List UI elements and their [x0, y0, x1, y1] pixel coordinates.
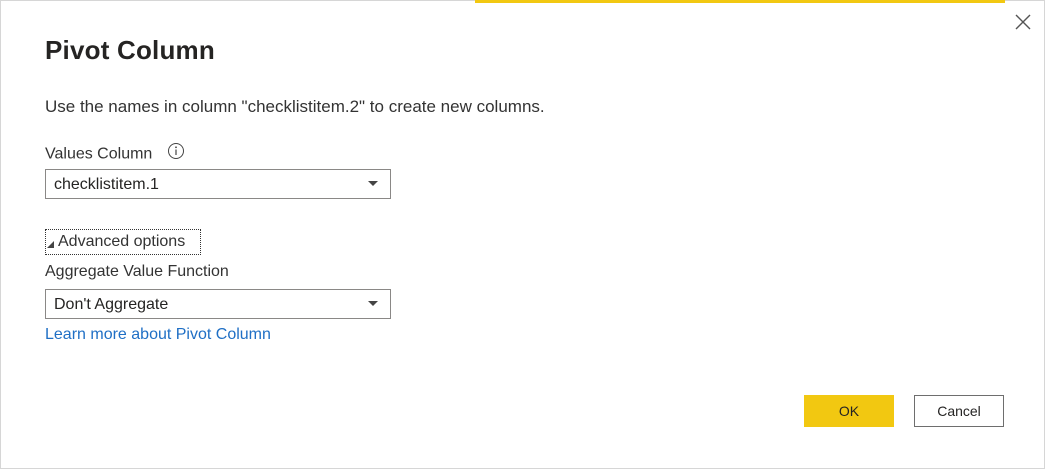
- aggregate-function-selected: Don't Aggregate: [54, 296, 169, 313]
- dialog-title: Pivot Column: [45, 35, 215, 65]
- chevron-down-icon: [368, 181, 378, 186]
- expanded-triangle-icon: [47, 241, 54, 248]
- aggregate-function-label: Aggregate Value Function: [45, 263, 229, 280]
- values-column-select[interactable]: checklistitem.1: [45, 169, 391, 199]
- dialog-description: Use the names in column "checklistitem.2…: [45, 97, 545, 116]
- ok-button[interactable]: OK: [804, 395, 894, 427]
- info-icon[interactable]: [167, 142, 185, 165]
- close-button[interactable]: [1012, 11, 1034, 33]
- values-column-label: Values Column: [45, 145, 153, 163]
- pivot-column-dialog: Pivot Column Use the names in column "ch…: [0, 0, 1045, 469]
- chevron-down-icon: [368, 301, 378, 306]
- accent-bar: [475, 0, 1005, 3]
- advanced-options-toggle[interactable]: Advanced options: [45, 229, 201, 255]
- values-column-label-row: Values Column: [45, 142, 185, 165]
- values-column-selected: checklistitem.1: [54, 176, 159, 193]
- aggregate-function-select[interactable]: Don't Aggregate: [45, 289, 391, 319]
- cancel-button[interactable]: Cancel: [914, 395, 1004, 427]
- learn-more-link[interactable]: Learn more about Pivot Column: [45, 326, 271, 344]
- advanced-options-label: Advanced options: [58, 233, 186, 250]
- close-icon: [1015, 14, 1031, 30]
